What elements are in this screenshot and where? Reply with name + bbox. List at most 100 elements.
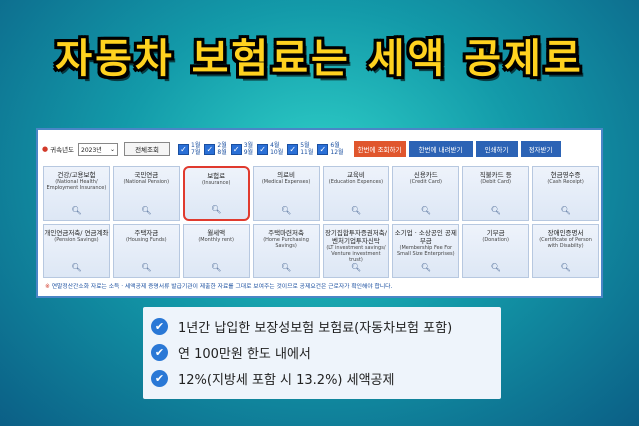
tile-health-employment-insurance[interactable]: 건강/고용보험 (National Health/ Employment Insu… [43, 166, 110, 221]
tile-subtitle: (Membership Fee For Small Size Enterpris… [397, 244, 455, 257]
year-select-value: 2023년 [81, 146, 102, 154]
tile-title: 월세액 [207, 228, 226, 237]
tile-title: 장기집합투자증권저축/ 벤처기업투자신탁 [324, 228, 387, 245]
tile-subtitle: (National Pension) [123, 179, 170, 185]
checkbox-checked-icon[interactable]: ✓ [317, 143, 329, 155]
tile-subtitle: (Pension Savings) [54, 236, 99, 243]
tile-medical-expenses[interactable]: 의료비 (Medical Expenses) 🔍︎ [252, 166, 320, 221]
tile-title: 직불카드 등 [479, 171, 512, 179]
tile-cash-receipt[interactable]: 현금영수증 (Cash Receipt) 🔍︎ [532, 166, 599, 221]
yearend-tax-panel: ● 귀속년도 2023년 ⌄ 전체조회 ✓ 1월 7월 ✓ 2월 8월 ✓ 3월 9월… [36, 128, 603, 298]
tile-home-purchasing-savings[interactable]: 주택마련저축 (Home Purchasing Savings) 🔍︎ [252, 223, 320, 278]
magnifier-icon: 🔍︎ [141, 263, 152, 272]
tile-credit-card[interactable]: 신용카드 (Credit Card) 🔍︎ [392, 166, 460, 221]
magnifier-icon: 🔍︎ [211, 263, 222, 272]
chevron-down-icon: ⌄ [110, 145, 116, 153]
tile-subtitle: (Certificate of Person with Disabilty) [539, 236, 592, 249]
check-circle-icon: ✔ [151, 343, 168, 361]
view-all-button[interactable]: 한번에 조회하기 [353, 141, 406, 157]
month-label: 2월 [217, 142, 227, 149]
tile-subtitle: (Debit Card) [480, 179, 511, 185]
check-circle-icon: ✔ [151, 317, 168, 335]
month-group[interactable]: ✓ 6월 12월 [317, 142, 344, 156]
tile-title: 개인연금저축/ 연금계좌 [44, 228, 109, 237]
month-group[interactable]: ✓ 1월 7월 [178, 142, 200, 156]
month-group[interactable]: ✓ 3월 9월 [230, 142, 254, 156]
checkbox-checked-icon[interactable]: ✓ [204, 143, 216, 155]
tile-education-expenses[interactable]: 교육비 (Education Expences) 🔍︎ [322, 166, 390, 221]
checkbox-checked-icon[interactable]: ✓ [257, 143, 269, 155]
info-item: ✔ 1년간 납입한 보장성보험 보험료(자동차보험 포함) [151, 313, 493, 339]
magnifier-icon: 🔍︎ [211, 204, 222, 214]
filter-bar: ● 귀속년도 2023년 ⌄ 전체조회 ✓ 1월 7월 ✓ 2월 8월 ✓ 3월 9월… [42, 136, 598, 162]
tile-disability-certificate[interactable]: 장애인증명서 (Certificate of Person with Disabi… [532, 223, 599, 278]
tile-subtitle: (Medical Expenses) [261, 179, 311, 185]
magnifier-icon: 🔍︎ [350, 263, 362, 272]
tile-title: 장애인증명서 [547, 228, 584, 237]
tile-subtitle: (LT investment savings/ Venture investme… [326, 244, 386, 263]
magnifier-icon: 🔍︎ [420, 205, 431, 215]
checkbox-checked-icon[interactable]: ✓ [287, 143, 299, 155]
tile-pension-savings[interactable]: 개인연금저축/ 연금계좌 (Pension Savings) 🔍︎ [43, 223, 110, 278]
tile-housing-funds[interactable]: 주택자금 (Housing Funds) 🔍︎ [112, 223, 180, 278]
tile-title: 소기업 · 소상공인 공제부금 [394, 228, 457, 245]
tile-subtitle: (National Health/ Employment Insurance) [46, 179, 107, 191]
tile-insurance[interactable]: 보험료 (Insurance) 🔍︎ [182, 166, 250, 221]
tile-title: 기부금 [486, 228, 505, 237]
month-label: 8월 [217, 149, 227, 156]
tile-subtitle: (Donation) [482, 236, 509, 243]
month-checkboxes: ✓ 1월 7월 ✓ 2월 8월 ✓ 3월 9월 ✓ 4월 10월 ✓ 5월 11월 ✓ 6… [178, 142, 348, 156]
month-label: 11월 [300, 149, 314, 156]
checkbox-checked-icon[interactable]: ✓ [230, 143, 242, 155]
tile-title: 건강/고용보험 [57, 171, 96, 179]
info-item: ✔ 연 100만원 한도 내에서 [151, 339, 493, 365]
magnifier-icon: 🔍︎ [490, 205, 501, 215]
all-query-button[interactable]: 전체조회 [124, 142, 171, 156]
tile-title: 주택자금 [134, 228, 159, 237]
magnifier-icon: 🔍︎ [490, 263, 501, 272]
tile-monthly-rent[interactable]: 월세액 (Monthly rent) 🔍︎ [182, 223, 250, 278]
month-label: 6월 [330, 142, 340, 149]
footnote-mark: ※ [45, 284, 50, 290]
tile-title: 신용카드 [413, 171, 438, 179]
month-label: 5월 [300, 142, 310, 149]
tile-subtitle: (Home Purchasing Savings) [263, 236, 309, 249]
magnifier-icon: 🔍︎ [280, 205, 292, 215]
tile-subtitle: (Education Expences) [328, 179, 384, 185]
tile-title: 국민연금 [134, 171, 159, 179]
magnifier-icon: 🔍︎ [560, 263, 571, 272]
info-text: 12%(지방세 포함 시 13.2%) 세액공제 [178, 372, 395, 388]
month-label: 9월 [243, 149, 254, 156]
tile-title: 보험료 [207, 172, 226, 180]
download-all-button[interactable]: 한번에 내려받기 [408, 141, 473, 157]
magnifier-icon: 🔍︎ [141, 205, 152, 215]
print-button[interactable]: 인쇄하기 [475, 141, 518, 157]
month-label: 12월 [330, 149, 344, 156]
tile-subtitle: (Monthly rent) [198, 236, 235, 243]
check-circle-icon: ✔ [151, 369, 168, 387]
pdf-download-button[interactable]: 정자받기 [520, 141, 561, 157]
tile-subtitle: (Insurance) [201, 180, 231, 186]
info-item: ✔ 12%(지방세 포함 시 13.2%) 세액공제 [151, 365, 493, 391]
month-label: 10월 [270, 149, 284, 156]
tile-lt-investment-savings[interactable]: 장기집합투자증권저축/ 벤처기업투자신탁 (LT investment savin… [322, 223, 390, 278]
month-group[interactable]: ✓ 5월 11월 [287, 142, 313, 156]
year-select[interactable]: 2023년 ⌄ [78, 142, 119, 156]
month-label: 3월 [243, 142, 254, 149]
tile-subtitle: (Cash Receipt) [547, 179, 584, 185]
month-label: 7월 [191, 149, 201, 156]
tile-subtitle: (Housing Funds) [126, 236, 167, 243]
footnote-text: 연말정산간소화 자료는 소득 · 세액공제 증명서류 발급기관이 제출한 자료를… [51, 284, 393, 290]
footnote: ※ 연말정산간소화 자료는 소득 · 세액공제 증명서류 발급기관이 제출한 자… [45, 281, 597, 290]
checkbox-checked-icon[interactable]: ✓ [178, 143, 190, 155]
info-text: 연 100만원 한도 내에서 [178, 346, 311, 362]
tile-debit-card[interactable]: 직불카드 등 (Debit Card) 🔍︎ [462, 166, 530, 221]
magnifier-icon: 🔍︎ [71, 205, 82, 215]
month-group[interactable]: ✓ 2월 8월 [204, 142, 227, 156]
tile-donation[interactable]: 기부금 (Donation) 🔍︎ [462, 223, 530, 278]
tile-small-business-membership[interactable]: 소기업 · 소상공인 공제부금 (Membership Fee For Small… [392, 223, 460, 278]
tile-national-pension[interactable]: 국민연금 (National Pension) 🔍︎ [112, 166, 180, 221]
tile-title: 교육비 [346, 171, 365, 179]
month-group[interactable]: ✓ 4월 10월 [257, 142, 283, 156]
magnifier-icon: 🔍︎ [280, 263, 292, 272]
